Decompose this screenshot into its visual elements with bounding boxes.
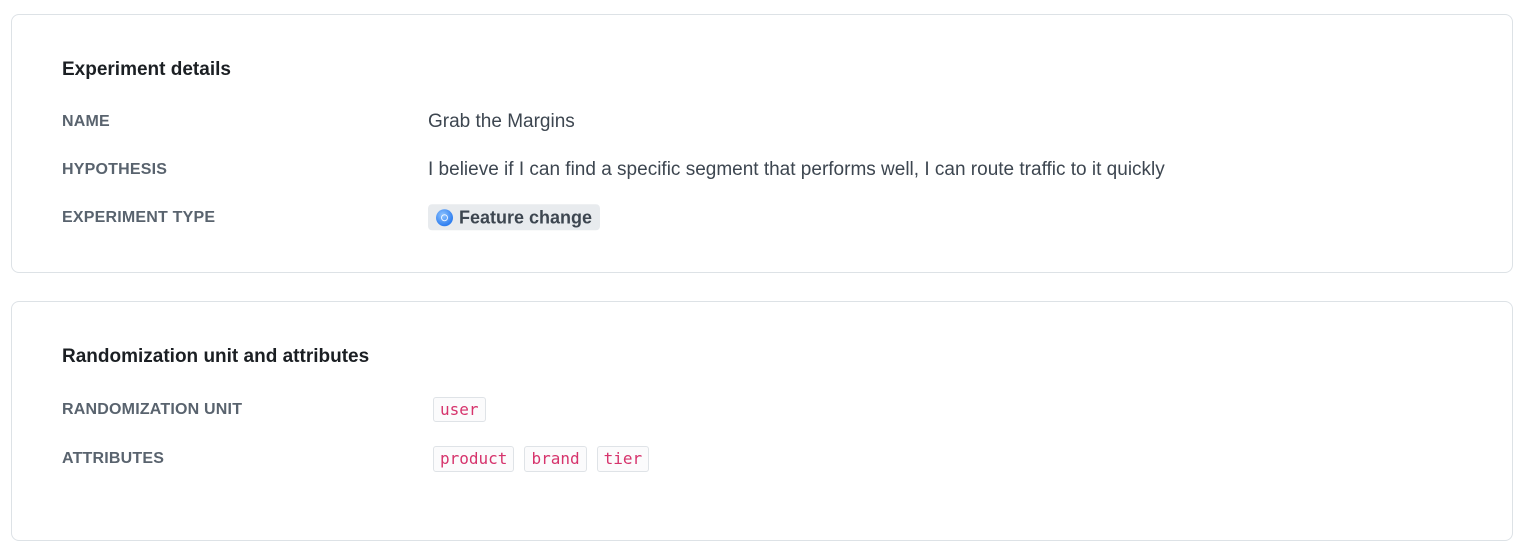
experiment-type-text: Feature change [459, 206, 593, 227]
experiment-type-value: Feature change [428, 204, 601, 232]
experiment-type-label: EXPERIMENT TYPE [62, 209, 216, 226]
randomization-title: Randomization unit and attributes [62, 346, 370, 367]
feature-change-icon [436, 208, 453, 226]
attributes-list: product brand tier [433, 446, 650, 472]
hypothesis-row: HYPOTHESIS I believe if I can find a spe… [62, 155, 1472, 185]
attribute-chip-brand: brand [524, 446, 587, 472]
randomization-unit-row: RANDOMIZATION UNIT user [62, 395, 1472, 425]
attribute-chip-product: product [433, 446, 515, 472]
experiment-type-badge: Feature change [428, 204, 601, 231]
name-row: NAME Grab the Margins [62, 107, 1472, 137]
attribute-chip-tier: tier [596, 446, 650, 472]
randomization-unit-value: user [433, 397, 486, 422]
attributes-label: ATTRIBUTES [62, 450, 165, 467]
randomization-unit-label: RANDOMIZATION UNIT [62, 401, 243, 418]
experiment-details-title: Experiment details [62, 59, 231, 80]
name-label: NAME [62, 113, 110, 130]
randomization-card: Randomization unit and attributes RANDOM… [11, 301, 1513, 541]
attributes-row: ATTRIBUTES product brand tier [62, 444, 1472, 474]
name-value: Grab the Margins [428, 111, 575, 132]
experiment-details-card: Experiment details NAME Grab the Margins… [11, 14, 1513, 273]
hypothesis-label: HYPOTHESIS [62, 161, 168, 178]
randomization-unit-chip: user [433, 397, 486, 422]
hypothesis-value: I believe if I can find a specific segme… [428, 159, 1165, 180]
experiment-type-row: EXPERIMENT TYPE Feature change [62, 203, 1472, 233]
